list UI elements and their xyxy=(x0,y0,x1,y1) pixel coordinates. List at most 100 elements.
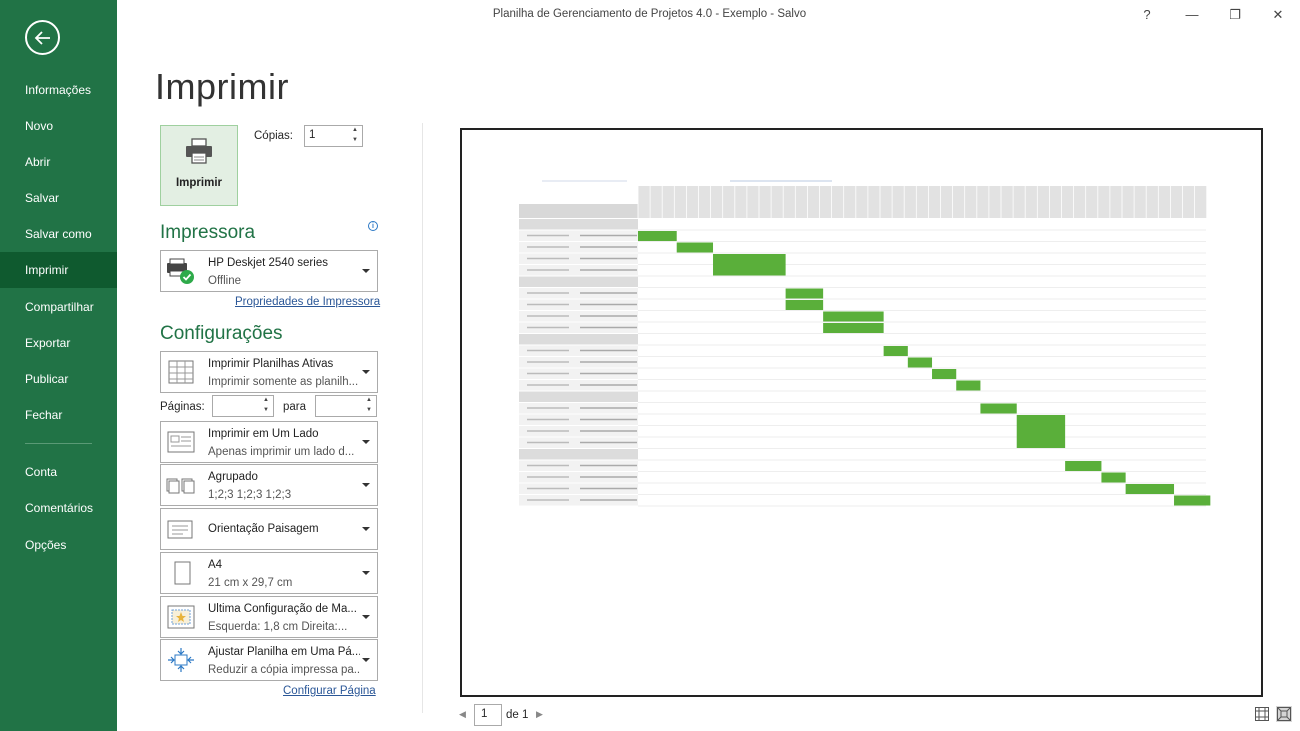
collated-icon xyxy=(166,478,195,494)
gantt-preview xyxy=(519,180,1211,507)
chevron-down-icon xyxy=(362,658,370,662)
preview-gantt-bar xyxy=(785,288,824,299)
printer-section-title: Impressora xyxy=(160,222,256,243)
preview-gantt-bar xyxy=(932,369,957,379)
pages-to-input[interactable]: ▲ ▼ xyxy=(315,395,377,417)
zoom-to-page-icon[interactable] xyxy=(1276,706,1292,722)
printer-ready-icon xyxy=(167,258,194,284)
collate-select[interactable]: Agrupado 1;2;3 1;2;3 1;2;3 xyxy=(160,464,378,506)
paper-size-label: A4 xyxy=(208,559,223,571)
scaling-select[interactable]: Ajustar Planilha em Uma Pá... Reduzir a … xyxy=(160,639,378,681)
page-setup-link[interactable]: Configurar Página xyxy=(283,685,376,697)
paper-icon xyxy=(174,561,191,585)
copies-value: 1 xyxy=(309,129,316,141)
page-count: de 1 xyxy=(506,709,529,721)
orientation-select[interactable]: Orientação Paisagem xyxy=(160,508,378,550)
print-button-label: Imprimir xyxy=(175,177,222,189)
sidebar-divider xyxy=(25,443,92,444)
sidebar-item-conta[interactable]: Conta xyxy=(0,454,117,490)
paper-size-desc: 21 cm x 29,7 cm xyxy=(208,577,293,589)
close-button[interactable]: ✕ xyxy=(1263,5,1293,25)
backstage-sidebar: Informações Novo Abrir Salvar Salvar com… xyxy=(0,0,117,731)
sidebar-item-fechar[interactable]: Fechar xyxy=(0,397,117,433)
sidebar-item-informacoes[interactable]: Informações xyxy=(0,72,117,108)
preview-gantt-bar xyxy=(980,403,1017,414)
preview-gantt-bar xyxy=(1101,472,1126,483)
sidebar-item-imprimir[interactable]: Imprimir xyxy=(0,252,117,288)
print-preview-page xyxy=(460,128,1263,697)
chevron-down-icon xyxy=(362,527,370,531)
preview-gantt-bar xyxy=(883,346,908,356)
fit-to-page-icon xyxy=(168,648,194,672)
print-button[interactable]: Imprimir xyxy=(160,125,238,206)
collate-label: Agrupado xyxy=(208,471,258,483)
preview-gantt-bar xyxy=(1125,484,1175,494)
sidebar-item-salvar[interactable]: Salvar xyxy=(0,180,117,216)
help-button[interactable]: ? xyxy=(1132,5,1162,25)
spin-down-icon[interactable]: ▼ xyxy=(350,137,360,143)
preview-group-row xyxy=(519,334,638,345)
print-sides-desc: Apenas imprimir um lado d... xyxy=(208,446,355,458)
copies-stepper[interactable]: 1 ▲ ▼ xyxy=(304,125,363,147)
preview-header-cell xyxy=(519,204,638,218)
margins-label: Última Configuração de Ma... xyxy=(208,603,357,615)
settings-section-title: Configurações xyxy=(160,323,283,344)
preview-group-row xyxy=(519,449,638,460)
pages-from-input[interactable]: ▲ ▼ xyxy=(212,395,274,417)
one-sided-icon xyxy=(167,431,195,453)
sidebar-item-publicar[interactable]: Publicar xyxy=(0,361,117,397)
preview-gantt-bar xyxy=(1174,495,1211,506)
sidebar-item-compartilhar[interactable]: Compartilhar xyxy=(0,289,117,325)
sidebar-item-comentarios[interactable]: Comentários xyxy=(0,490,117,526)
print-what-desc: Imprimir somente as planilh... xyxy=(208,376,359,388)
printer-properties-link[interactable]: Propriedades de Impressora xyxy=(235,296,380,308)
sidebar-item-salvar-como[interactable]: Salvar como xyxy=(0,216,117,252)
preview-gantt-bar xyxy=(713,254,786,276)
preview-gantt-bar xyxy=(676,242,714,253)
show-margins-icon[interactable] xyxy=(1254,706,1270,722)
spin-up-icon[interactable]: ▲ xyxy=(350,127,360,133)
document-title: Planilha de Gerenciamento de Projetos 4.… xyxy=(492,8,807,20)
print-sides-select[interactable]: Imprimir em Um Lado Apenas imprimir um l… xyxy=(160,421,378,463)
page-title: Imprimir xyxy=(155,66,289,107)
landscape-page-icon xyxy=(167,520,193,539)
minimize-button[interactable]: — xyxy=(1177,5,1207,25)
preview-group-row xyxy=(519,276,638,287)
preview-gantt-bar xyxy=(956,380,981,391)
margins-icon xyxy=(167,605,195,629)
margins-select[interactable]: Última Configuração de Ma... Esquerda: 1… xyxy=(160,596,378,638)
page-number-input[interactable]: 1 xyxy=(474,704,502,726)
sheet-grid-icon xyxy=(168,360,194,384)
sidebar-item-novo[interactable]: Novo xyxy=(0,108,117,144)
title-bar: Planilha de Gerenciamento de Projetos 4.… xyxy=(117,0,1300,30)
printer-name: HP Deskjet 2540 series xyxy=(208,257,328,269)
chevron-down-icon xyxy=(362,269,370,273)
orientation-label: Orientação Paisagem xyxy=(208,523,319,535)
preview-gantt-bar xyxy=(638,231,677,241)
preview-gantt-bar xyxy=(1065,461,1102,471)
sidebar-item-exportar[interactable]: Exportar xyxy=(0,325,117,361)
chevron-down-icon xyxy=(362,483,370,487)
printer-select[interactable]: HP Deskjet 2540 series Offline xyxy=(160,250,378,292)
info-icon[interactable]: i xyxy=(368,221,378,231)
printer-icon xyxy=(186,138,212,164)
preview-gantt-bar xyxy=(785,300,824,310)
preview-gantt-bar xyxy=(1016,415,1066,448)
prev-page-icon[interactable]: ◀ xyxy=(459,709,466,720)
preview-date-header xyxy=(638,186,1207,218)
print-what-select[interactable]: Imprimir Planilhas Ativas Imprimir somen… xyxy=(160,351,378,393)
preview-group-row xyxy=(519,219,638,230)
collate-desc: 1;2;3 1;2;3 1;2;3 xyxy=(208,489,292,501)
restore-button[interactable]: ❐ xyxy=(1220,5,1250,25)
sidebar-item-opcoes[interactable]: Opções xyxy=(0,527,117,563)
next-page-icon[interactable]: ▶ xyxy=(536,709,543,720)
paper-size-select[interactable]: A4 21 cm x 29,7 cm xyxy=(160,552,378,594)
margins-desc: Esquerda: 1,8 cm Direita:... xyxy=(208,621,348,633)
back-arrow-icon[interactable] xyxy=(25,20,60,55)
sidebar-item-abrir[interactable]: Abrir xyxy=(0,144,117,180)
preview-gantt-bar xyxy=(823,311,884,322)
chevron-down-icon xyxy=(362,370,370,374)
copies-label: Cópias: xyxy=(254,130,293,142)
print-what-label: Imprimir Planilhas Ativas xyxy=(208,358,334,370)
print-sides-label: Imprimir em Um Lado xyxy=(208,428,319,440)
